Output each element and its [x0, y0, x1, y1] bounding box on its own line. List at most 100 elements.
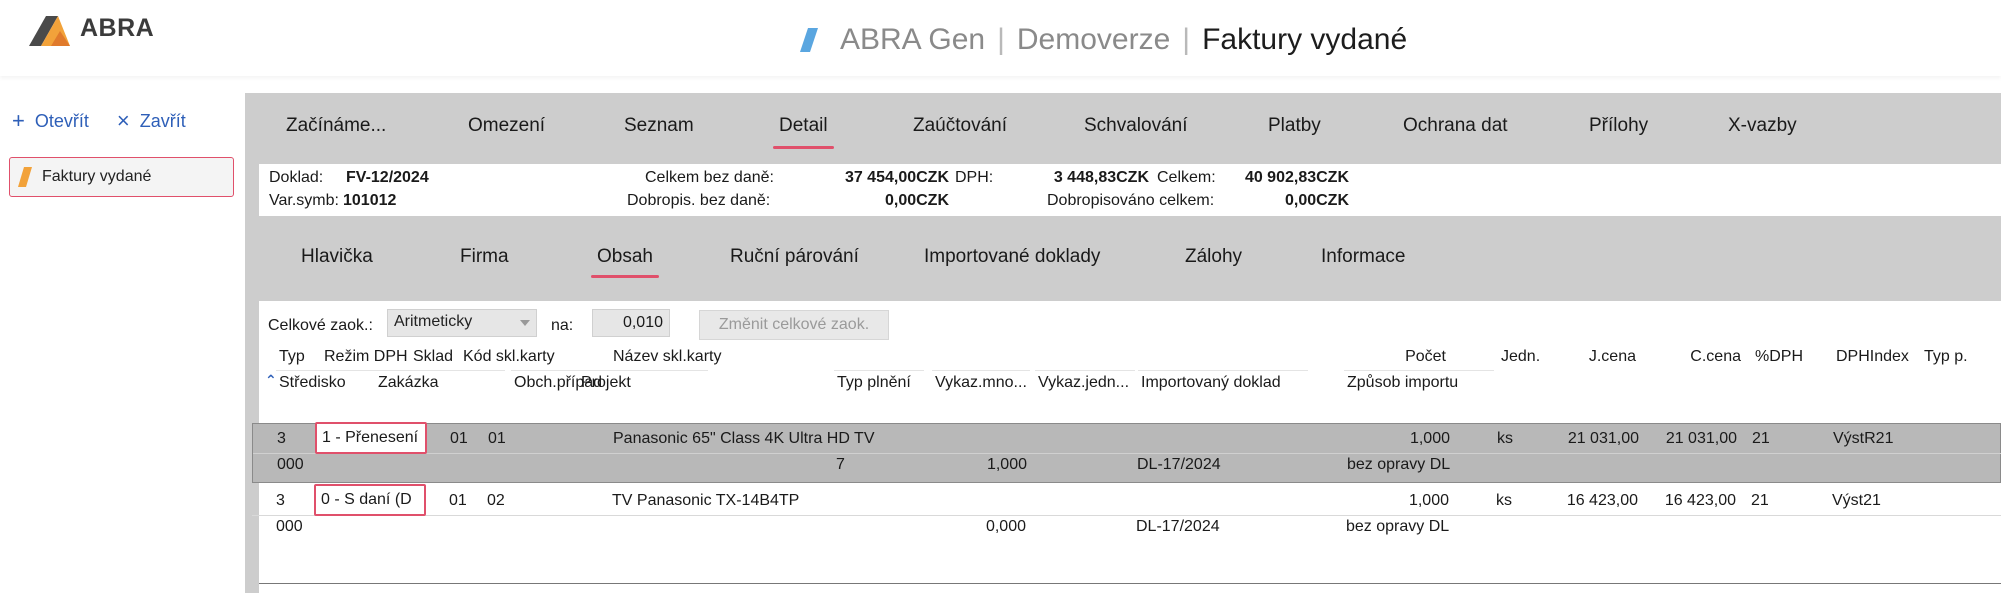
col-stredisko[interactable]: Středisko — [276, 370, 376, 394]
col-importovany-doklad[interactable]: Importovaný doklad — [1138, 370, 1308, 394]
celkem-bez-dane-value: 37 454,00CZK — [844, 169, 949, 186]
rezim-dph-highlight[interactable]: 0 - S daní (D — [314, 484, 426, 516]
plus-icon: + — [12, 108, 25, 133]
tab-schvalovani[interactable]: Schvalování — [1084, 115, 1188, 137]
chevron-up-icon[interactable]: ⌃ — [265, 372, 277, 389]
cell-importovany-doklad: DL-17/2024 — [1137, 456, 1221, 473]
row-divider — [252, 515, 2001, 516]
rezim-dph-highlight[interactable]: 1 - Přenesení — [315, 422, 427, 454]
cell-importovany-doklad: DL-17/2024 — [1136, 518, 1220, 535]
cell-ccena: 21 031,00 — [1665, 430, 1737, 447]
na-label: na: — [551, 317, 574, 334]
opened-agenda-label: Faktury vydané — [42, 168, 152, 185]
subtab-hlavicka[interactable]: Hlavička — [301, 246, 373, 268]
cell-typ: 3 — [276, 492, 285, 509]
cell-nazev: TV Panasonic TX-14B4TP — [612, 492, 800, 509]
tab-platby[interactable]: Platby — [1268, 115, 1321, 137]
col-j-cena[interactable]: J.cena — [1549, 345, 1639, 369]
left-actions: + Otevřít × Zavřít — [12, 110, 186, 132]
dobropisovano-label: Dobropisováno celkem: — [1047, 192, 1215, 209]
page-title: ABRA Gen | Demoverze | Faktury vydané — [800, 20, 1407, 60]
change-rounding-button[interactable]: Změnit celkové zaok. — [699, 310, 889, 340]
cell-rezim-dph: 1 - Přenesení — [322, 429, 419, 446]
celkem-value: 40 902,83CZK — [1244, 169, 1349, 186]
varsymb-label: Var.symb: — [269, 192, 339, 209]
col-projekt[interactable]: Projekt — [578, 370, 708, 394]
col-vykaz-mno[interactable]: Vykaz.mno... — [932, 370, 1030, 394]
varsymb-value: 101012 — [343, 192, 397, 209]
col-dphindex[interactable]: DPHIndex — [1833, 345, 1913, 369]
agenda-slash-icon — [18, 167, 32, 187]
open-button[interactable]: + Otevřít — [12, 110, 89, 132]
main-panel: Začínáme... Omezení Seznam Detail Zaúčto… — [245, 93, 2001, 593]
col-c-cena[interactable]: C.cena — [1649, 345, 1744, 369]
subtab-obsah[interactable]: Obsah — [591, 246, 659, 278]
title-separator: | — [997, 23, 1005, 56]
cell-rezim-dph: 0 - S daní (D — [321, 491, 412, 508]
subtab-firma[interactable]: Firma — [460, 246, 509, 268]
rounding-select-value: Aritmeticky — [394, 313, 473, 330]
opened-agenda-item[interactable]: Faktury vydané — [9, 157, 234, 197]
dobropis-label: Dobropis. bez daně: — [627, 192, 771, 209]
cell-stredisko: 000 — [277, 456, 304, 473]
col-typ[interactable]: Typ — [276, 345, 316, 369]
cell-jcena: 16 423,00 — [1566, 492, 1638, 509]
col-typ-plneni[interactable]: Typ plnění — [834, 370, 924, 394]
cell-zpusob-importu: bez opravy DL — [1346, 518, 1450, 535]
col-sklad[interactable]: Sklad — [410, 345, 460, 369]
table-row[interactable]: 3 01 02 TV Panasonic TX-14B4TP 1,000 ks … — [252, 484, 2001, 546]
tab-zaciname[interactable]: Začínáme... — [286, 115, 386, 137]
close-icon: × — [116, 108, 130, 133]
chevron-down-icon — [520, 320, 530, 326]
dph-value: 3 448,83CZK — [1053, 169, 1149, 186]
col-kod-skl-karty[interactable]: Kód skl.karty — [460, 345, 574, 369]
col-zpusob-importu[interactable]: Způsob importu — [1344, 370, 1494, 394]
col-vykaz-jedn[interactable]: Vykaz.jedn... — [1035, 370, 1135, 394]
tab-omezeni[interactable]: Omezení — [468, 115, 545, 137]
agenda-slash-icon — [800, 28, 818, 52]
tab-ochrana-dat[interactable]: Ochrana dat — [1403, 115, 1508, 137]
col-dph[interactable]: %DPH — [1752, 345, 1812, 369]
cell-pocet: 1,000 — [1408, 492, 1449, 509]
tab-zauctovani[interactable]: Zaúčtování — [913, 115, 1007, 137]
cell-dph: 21 — [1751, 492, 1769, 509]
cell-jedn: ks — [1496, 492, 1512, 509]
tab-seznam[interactable]: Seznam — [624, 115, 694, 137]
col-zakazka[interactable]: Zakázka — [375, 370, 505, 394]
content-panel: Celkové zaok.: Aritmeticky na: 0,010 Změ… — [252, 301, 2001, 593]
close-label: Zavřít — [139, 110, 186, 131]
tab-x-vazby[interactable]: X-vazby — [1728, 115, 1797, 137]
subtab-zalohy[interactable]: Zálohy — [1185, 246, 1242, 268]
col-rezim-dph[interactable]: Režim DPH — [321, 345, 407, 369]
dobropisovano-value: 0,00CZK — [1284, 192, 1349, 209]
top-bar: ABRA ABRA Gen | Demoverze | Faktury vyda… — [0, 0, 2001, 76]
rounding-precision-input[interactable]: 0,010 — [592, 309, 670, 337]
doklad-value: FV-12/2024 — [346, 169, 429, 186]
subtab-informace[interactable]: Informace — [1321, 246, 1405, 268]
close-button[interactable]: × Zavřít — [117, 110, 186, 132]
tab-prilohy[interactable]: Přílohy — [1589, 115, 1648, 137]
cell-dph: 21 — [1752, 430, 1770, 447]
cell-jcena: 21 031,00 — [1567, 430, 1639, 447]
col-jedn[interactable]: Jedn. — [1498, 345, 1548, 369]
cell-dphindex: VýstR21 — [1833, 430, 1894, 447]
cell-ccena: 16 423,00 — [1664, 492, 1736, 509]
title-agenda: Faktury vydané — [1202, 23, 1408, 56]
tab-detail[interactable]: Detail — [773, 115, 834, 149]
detail-subtabs: Hlavička Firma Obsah Ruční párování Impo… — [245, 223, 2001, 293]
cell-dphindex: Výst21 — [1832, 492, 1881, 509]
col-pocet[interactable]: Počet — [1379, 345, 1449, 369]
cell-zpusob-importu: bez opravy DL — [1347, 456, 1451, 473]
col-typ-p[interactable]: Typ p. — [1921, 345, 1991, 369]
table-row[interactable]: 3 01 01 Panasonic 65" Class 4K Ultra HD … — [252, 422, 2001, 483]
col-nazev-skl-karty[interactable]: Název skl.karty — [610, 345, 810, 369]
cell-vykaz-mno: 1,000 — [986, 456, 1027, 473]
rounding-select[interactable]: Aritmeticky — [387, 309, 537, 337]
cell-vykaz-mno: 0,000 — [985, 518, 1026, 535]
dobropis-value: 0,00CZK — [884, 192, 949, 209]
cell-kod: 01 — [488, 430, 506, 447]
cell-nazev: Panasonic 65" Class 4K Ultra HD TV — [613, 430, 875, 447]
main-tabs: Začínáme... Omezení Seznam Detail Zaúčto… — [245, 93, 2001, 153]
subtab-rucni-parovani[interactable]: Ruční párování — [730, 246, 859, 268]
subtab-importovane-doklady[interactable]: Importované doklady — [924, 246, 1100, 268]
